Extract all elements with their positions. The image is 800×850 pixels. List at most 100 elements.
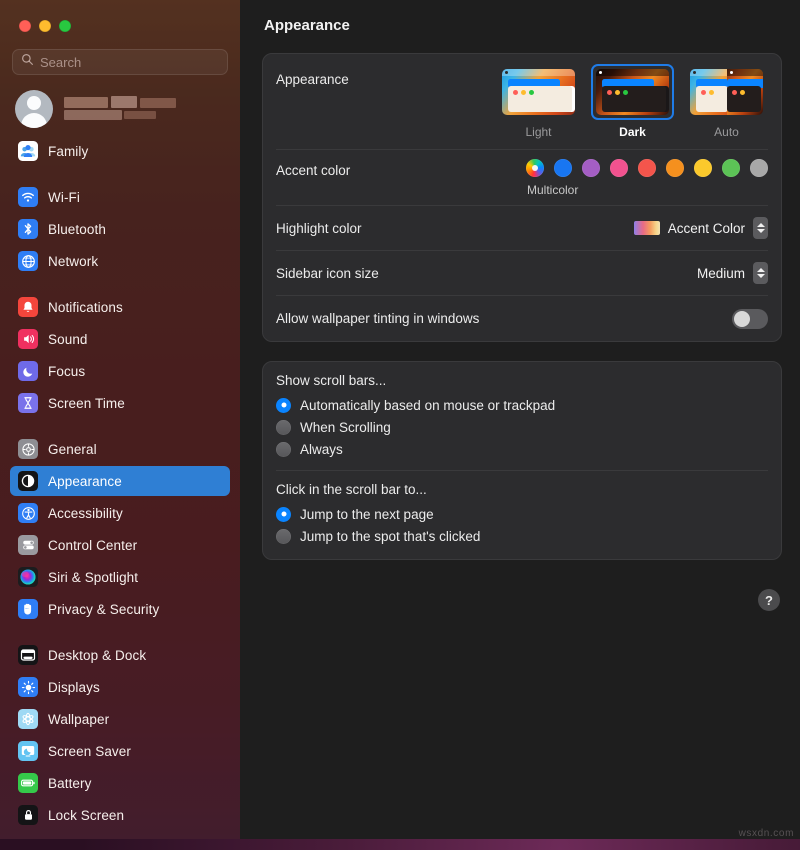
sidebar-item-label: Displays (48, 680, 100, 695)
sidebar-item-network[interactable]: Network (10, 246, 230, 276)
radio-icon[interactable] (276, 507, 291, 522)
account-row[interactable] (13, 88, 228, 130)
sidebar-item-screen-time[interactable]: Screen Time (10, 388, 230, 418)
sidebar-item-label: Privacy & Security (48, 602, 159, 617)
lock-icon (18, 805, 38, 825)
highlight-color-row: Highlight color Accent Color (276, 206, 768, 251)
sidebar-item-focus[interactable]: Focus (10, 356, 230, 386)
sidebar-icon-size-label: Sidebar icon size (276, 266, 697, 281)
click-scroll-bar-heading: Click in the scroll bar to... (276, 482, 768, 497)
sidebar-item-privacy-security[interactable]: Privacy & Security (10, 594, 230, 624)
help-button[interactable]: ? (758, 589, 780, 611)
radio-label: When Scrolling (300, 420, 391, 435)
sidebar-item-sound[interactable]: Sound (10, 324, 230, 354)
sidebar-item-label: Lock Screen (48, 808, 124, 823)
wallpaper-tinting-row: Allow wallpaper tinting in windows (276, 296, 768, 341)
radio-icon[interactable] (276, 442, 291, 457)
sidebar-item-siri-spotlight[interactable]: Siri & Spotlight (10, 562, 230, 592)
sidebar-item-family[interactable]: Family (10, 136, 230, 166)
radio-option-automatic[interactable]: Automatically based on mouse or trackpad (276, 394, 768, 416)
chevron-updown-icon[interactable] (753, 217, 768, 239)
theme-label: Dark (619, 125, 646, 139)
sidebar-item-accessibility[interactable]: Accessibility (10, 498, 230, 528)
sidebar-item-wi-fi[interactable]: Wi-Fi (10, 182, 230, 212)
appearance-label: Appearance (276, 64, 497, 87)
sidebar-item-label: Accessibility (48, 506, 123, 521)
siri-icon (18, 567, 38, 587)
sidebar-item-label: Wi-Fi (48, 190, 80, 205)
minimize-button[interactable] (39, 20, 51, 32)
theme-options: Light (497, 64, 768, 139)
highlight-color-label: Highlight color (276, 221, 634, 236)
accent-swatch-green[interactable] (722, 159, 740, 177)
accent-swatch-orange[interactable] (666, 159, 684, 177)
accent-swatch-yellow[interactable] (694, 159, 712, 177)
sidebar-item-label: Wallpaper (48, 712, 109, 727)
sidebar-item-label: Notifications (48, 300, 123, 315)
accent-caption: Multicolor (526, 183, 578, 197)
sidebar-item-bluetooth[interactable]: Bluetooth (10, 214, 230, 244)
radio-icon[interactable] (276, 420, 291, 435)
gear-icon (18, 439, 38, 459)
radio-option-jump-to-spot[interactable]: Jump to the spot that's clicked (276, 525, 768, 547)
highlight-color-control[interactable]: Accent Color (634, 217, 768, 239)
radio-option-always[interactable]: Always (276, 438, 768, 460)
desktop-dock-icon (18, 645, 38, 665)
sidebar-icon-size-control[interactable]: Medium (697, 262, 768, 284)
zoom-button[interactable] (59, 20, 71, 32)
avatar (15, 90, 53, 128)
sidebar-item-label: Bluetooth (48, 222, 106, 237)
theme-option-dark[interactable]: Dark (591, 64, 674, 139)
theme-thumbnail-dark[interactable] (591, 64, 674, 120)
window-controls (0, 0, 240, 32)
sidebar-item-notifications[interactable]: Notifications (10, 292, 230, 322)
sidebar-icon-size-value: Medium (697, 266, 745, 281)
search-input[interactable] (40, 55, 219, 70)
sidebar-item-lock-screen[interactable]: Lock Screen (10, 800, 230, 830)
accent-swatch-graphite[interactable] (750, 159, 768, 177)
sidebar-item-battery[interactable]: Battery (10, 768, 230, 798)
sidebar-item-screen-saver[interactable]: Screen Saver (10, 736, 230, 766)
wallpaper-tinting-toggle[interactable] (732, 309, 768, 329)
theme-option-auto[interactable]: Auto (685, 64, 768, 139)
sidebar-item-displays[interactable]: Displays (10, 672, 230, 702)
divider (276, 470, 768, 471)
wifi-icon (18, 187, 38, 207)
theme-option-light[interactable]: Light (497, 64, 580, 139)
accent-swatch-purple[interactable] (582, 159, 600, 177)
moon-icon (18, 361, 38, 381)
accent-swatch-blue[interactable] (554, 159, 572, 177)
accent-swatch-multicolor[interactable] (526, 159, 544, 177)
sidebar-item-control-center[interactable]: Control Center (10, 530, 230, 560)
watermark: wsxdn.com (739, 828, 794, 839)
chevron-updown-icon[interactable] (753, 262, 768, 284)
show-scroll-bars-heading: Show scroll bars... (276, 373, 768, 388)
accent-swatch-red[interactable] (638, 159, 656, 177)
sidebar-item-wallpaper[interactable]: Wallpaper (10, 704, 230, 734)
speaker-icon (18, 329, 38, 349)
search-icon (21, 53, 34, 71)
sidebar-item-appearance[interactable]: Appearance (10, 466, 230, 496)
globe-icon (18, 251, 38, 271)
sidebar-item-label: Focus (48, 364, 85, 379)
search-field[interactable] (12, 49, 228, 75)
main-panel: Appearance Appearance (240, 0, 800, 839)
sidebar-item-label: Screen Saver (48, 744, 131, 759)
radio-option-jump-next-page[interactable]: Jump to the next page (276, 503, 768, 525)
sidebar-item-label: Control Center (48, 538, 137, 553)
radio-icon[interactable] (276, 398, 291, 413)
radio-option-when-scrolling[interactable]: When Scrolling (276, 416, 768, 438)
highlight-color-value: Accent Color (668, 221, 745, 236)
close-button[interactable] (19, 20, 31, 32)
battery-icon (18, 773, 38, 793)
theme-thumbnail-auto[interactable] (685, 64, 768, 120)
accent-swatch-pink[interactable] (610, 159, 628, 177)
theme-thumbnail-light[interactable] (497, 64, 580, 120)
sidebar-item-label: Screen Time (48, 396, 125, 411)
sidebar-item-desktop-dock[interactable]: Desktop & Dock (10, 640, 230, 670)
sidebar-item-general[interactable]: General (10, 434, 230, 464)
radio-icon[interactable] (276, 529, 291, 544)
appearance-settings-group: Appearance (262, 53, 782, 342)
radio-label: Automatically based on mouse or trackpad (300, 398, 555, 413)
sidebar-item-label: Desktop & Dock (48, 648, 146, 663)
